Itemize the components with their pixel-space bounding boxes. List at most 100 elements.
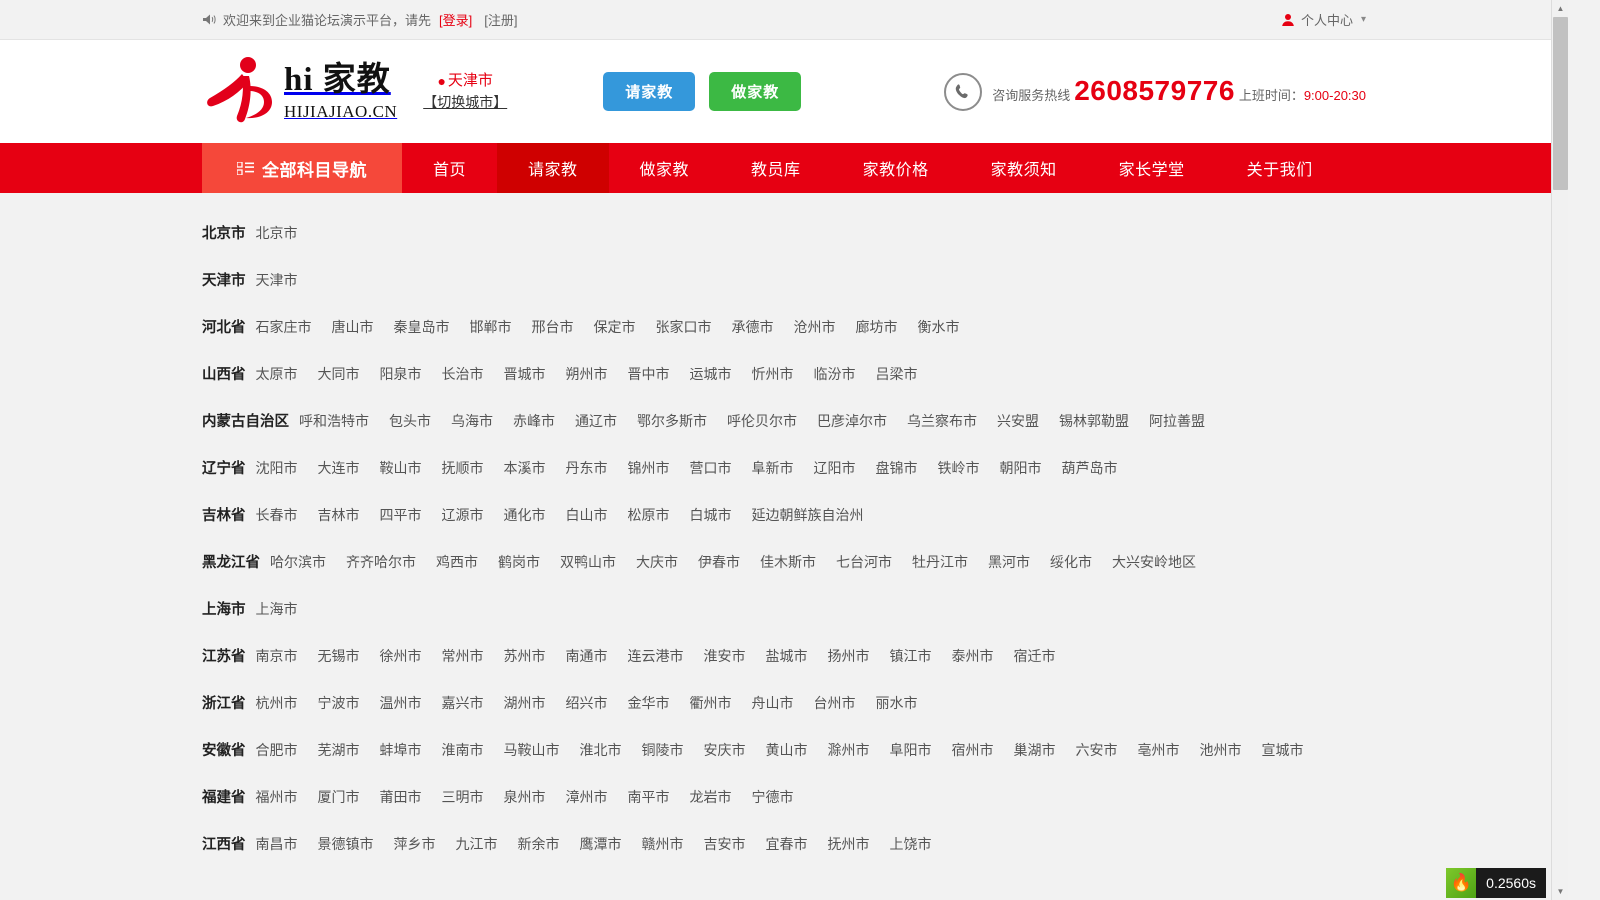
city-link[interactable]: 莆田市 (380, 787, 422, 807)
nav-item-0[interactable]: 首页 (402, 143, 497, 193)
city-link[interactable]: 马鞍山市 (504, 740, 560, 760)
city-link[interactable]: 吉安市 (704, 834, 746, 854)
city-link[interactable]: 泉州市 (504, 787, 546, 807)
city-link[interactable]: 辽阳市 (814, 458, 856, 478)
city-link[interactable]: 锦州市 (628, 458, 670, 478)
city-link[interactable]: 运城市 (690, 364, 732, 384)
city-link[interactable]: 杭州市 (256, 693, 298, 713)
city-link[interactable]: 朔州市 (566, 364, 608, 384)
city-link[interactable]: 铜陵市 (642, 740, 684, 760)
login-link[interactable]: [登录] (439, 10, 472, 29)
city-link[interactable]: 晋中市 (628, 364, 670, 384)
city-link[interactable]: 抚州市 (828, 834, 870, 854)
city-link[interactable]: 吕梁市 (876, 364, 918, 384)
city-link[interactable]: 滁州市 (828, 740, 870, 760)
city-link[interactable]: 舟山市 (752, 693, 794, 713)
city-link[interactable]: 大庆市 (636, 552, 678, 572)
city-link[interactable]: 衢州市 (690, 693, 732, 713)
city-link[interactable]: 鸡西市 (436, 552, 478, 572)
city-link[interactable]: 上海市 (256, 599, 298, 619)
city-link[interactable]: 通化市 (504, 505, 546, 525)
city-link[interactable]: 鹰潭市 (580, 834, 622, 854)
city-link[interactable]: 本溪市 (504, 458, 546, 478)
city-link[interactable]: 扬州市 (828, 646, 870, 666)
city-link[interactable]: 白山市 (566, 505, 608, 525)
city-link[interactable]: 宣城市 (1262, 740, 1304, 760)
city-link[interactable]: 淮南市 (442, 740, 484, 760)
city-link[interactable]: 保定市 (594, 317, 636, 337)
city-link[interactable]: 宁德市 (752, 787, 794, 807)
city-link[interactable]: 福州市 (256, 787, 298, 807)
city-link[interactable]: 盘锦市 (876, 458, 918, 478)
city-link[interactable]: 抚顺市 (442, 458, 484, 478)
city-link[interactable]: 沈阳市 (256, 458, 298, 478)
city-link[interactable]: 晋城市 (504, 364, 546, 384)
city-link[interactable]: 临汾市 (814, 364, 856, 384)
scrollbar-thumb[interactable] (1553, 17, 1568, 190)
city-link[interactable]: 锡林郭勒盟 (1059, 411, 1129, 431)
city-link[interactable]: 邯郸市 (470, 317, 512, 337)
city-link[interactable]: 芜湖市 (318, 740, 360, 760)
city-link[interactable]: 苏州市 (504, 646, 546, 666)
city-link[interactable]: 漳州市 (566, 787, 608, 807)
city-link[interactable]: 秦皇岛市 (394, 317, 450, 337)
nav-item-6[interactable]: 家长学堂 (1088, 143, 1216, 193)
city-link[interactable]: 丽水市 (876, 693, 918, 713)
city-link[interactable]: 天津市 (256, 270, 298, 290)
city-link[interactable]: 铁岭市 (938, 458, 980, 478)
city-link[interactable]: 七台河市 (836, 552, 892, 572)
become-tutor-button[interactable]: 做家教 (709, 72, 802, 111)
city-link[interactable]: 呼伦贝尔市 (727, 411, 797, 431)
city-link[interactable]: 大同市 (318, 364, 360, 384)
register-link[interactable]: [注册] (484, 10, 517, 29)
city-link[interactable]: 伊春市 (698, 552, 740, 572)
city-link[interactable]: 太原市 (256, 364, 298, 384)
city-link[interactable]: 绍兴市 (566, 693, 608, 713)
city-link[interactable]: 鹤岗市 (498, 552, 540, 572)
city-link[interactable]: 牡丹江市 (912, 552, 968, 572)
switch-city-link[interactable]: 【切换城市】 (423, 92, 507, 112)
nav-item-7[interactable]: 关于我们 (1216, 143, 1344, 193)
city-link[interactable]: 哈尔滨市 (270, 552, 326, 572)
city-link[interactable]: 唐山市 (332, 317, 374, 337)
city-link[interactable]: 湖州市 (504, 693, 546, 713)
city-link[interactable]: 兴安盟 (997, 411, 1039, 431)
city-link[interactable]: 承德市 (732, 317, 774, 337)
city-link[interactable]: 辽源市 (442, 505, 484, 525)
city-link[interactable]: 大兴安岭地区 (1112, 552, 1196, 572)
city-link[interactable]: 新余市 (518, 834, 560, 854)
city-link[interactable]: 石家庄市 (256, 317, 312, 337)
user-center-menu[interactable]: 个人中心 ▾ (1281, 10, 1366, 29)
city-link[interactable]: 南平市 (628, 787, 670, 807)
nav-item-3[interactable]: 教员库 (720, 143, 832, 193)
city-link[interactable]: 齐齐哈尔市 (346, 552, 416, 572)
city-selector[interactable]: ● 天津市 【切换城市】 (423, 70, 507, 112)
city-link[interactable]: 张家口市 (656, 317, 712, 337)
city-link[interactable]: 忻州市 (752, 364, 794, 384)
city-link[interactable]: 四平市 (380, 505, 422, 525)
city-link[interactable]: 龙岩市 (690, 787, 732, 807)
city-link[interactable]: 无锡市 (318, 646, 360, 666)
city-link[interactable]: 松原市 (628, 505, 670, 525)
city-link[interactable]: 北京市 (256, 223, 298, 243)
city-link[interactable]: 乌兰察布市 (907, 411, 977, 431)
city-link[interactable]: 宁波市 (318, 693, 360, 713)
city-link[interactable]: 双鸭山市 (560, 552, 616, 572)
city-link[interactable]: 包头市 (389, 411, 431, 431)
city-link[interactable]: 沧州市 (794, 317, 836, 337)
city-link[interactable]: 通辽市 (575, 411, 617, 431)
city-link[interactable]: 绥化市 (1050, 552, 1092, 572)
city-link[interactable]: 乌海市 (451, 411, 493, 431)
city-link[interactable]: 六安市 (1076, 740, 1118, 760)
city-link[interactable]: 赤峰市 (513, 411, 555, 431)
city-link[interactable]: 台州市 (814, 693, 856, 713)
city-link[interactable]: 南京市 (256, 646, 298, 666)
city-link[interactable]: 白城市 (690, 505, 732, 525)
city-link[interactable]: 厦门市 (318, 787, 360, 807)
city-link[interactable]: 亳州市 (1138, 740, 1180, 760)
city-link[interactable]: 佳木斯市 (760, 552, 816, 572)
city-link[interactable]: 宿州市 (952, 740, 994, 760)
city-link[interactable]: 赣州市 (642, 834, 684, 854)
city-link[interactable]: 上饶市 (890, 834, 932, 854)
site-logo[interactable]: hi 家教 HIJIAJIAO.CN (202, 56, 397, 128)
